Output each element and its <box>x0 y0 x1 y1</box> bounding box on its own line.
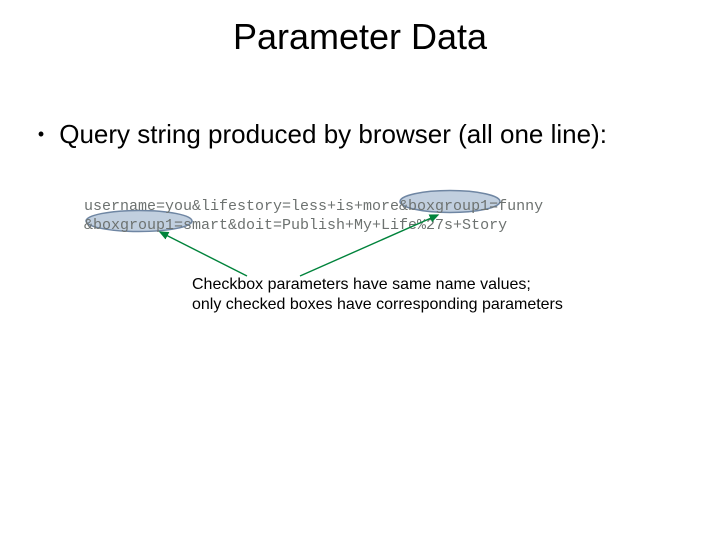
annotation-arrows <box>0 0 720 540</box>
code-line-1: username=you&lifestory=less+is+more&boxg… <box>84 198 543 215</box>
caption-line-2: only checked boxes have corresponding pa… <box>192 296 563 313</box>
code-line-2: &boxgroup1=smart&doit=Publish+My+Life%27… <box>84 217 507 234</box>
query-string-code: username=you&lifestory=less+is+more&boxg… <box>84 198 664 236</box>
annotation-caption: Checkbox parameters have same name value… <box>192 275 632 315</box>
caption-line-1: Checkbox parameters have same name value… <box>192 276 531 293</box>
slide-title: Parameter Data <box>0 16 720 58</box>
bullet-item: • Query string produced by browser (all … <box>30 118 690 151</box>
bullet-text: Query string produced by browser (all on… <box>59 118 679 151</box>
bullet-marker: • <box>30 118 52 150</box>
slide: Parameter Data • Query string produced b… <box>0 0 720 540</box>
